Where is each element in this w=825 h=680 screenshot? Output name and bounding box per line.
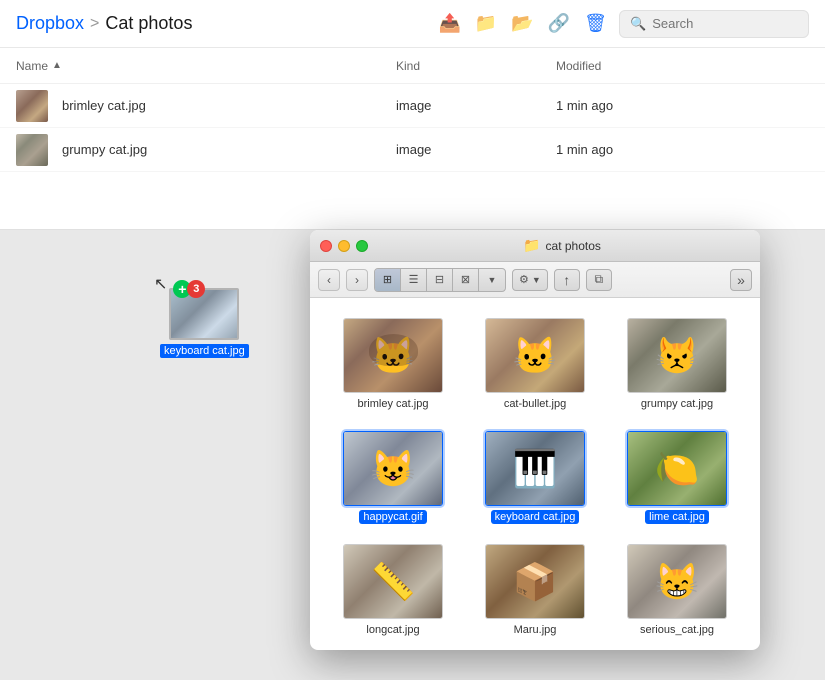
forward-button[interactable]: › xyxy=(346,269,368,291)
list-item[interactable]: 🐱 cat-bullet.jpg xyxy=(468,314,602,415)
file-thumbnail xyxy=(16,134,48,166)
list-item[interactable]: 📏 longcat.jpg xyxy=(326,540,460,641)
file-thumbnail: 🍋 xyxy=(627,431,727,506)
col-kind-label: Kind xyxy=(396,59,420,73)
search-icon: 🔍 xyxy=(630,16,646,32)
file-modified: 1 min ago xyxy=(556,98,809,113)
table-row[interactable]: brimley cat.jpg image 1 min ago xyxy=(0,84,825,128)
list-view-button[interactable]: ☰ xyxy=(401,269,427,291)
upload-icon[interactable]: 📤 xyxy=(438,13,460,34)
finder-content: 🐱 brimley cat.jpg 🐱 cat-bullet.jpg 😾 gru… xyxy=(310,298,760,650)
toolbar-icons: 📤 📁 📂 🔗 🗑 xyxy=(438,13,607,34)
gear-icon: ⚙ xyxy=(519,273,529,286)
breadcrumb: Dropbox > Cat photos xyxy=(16,13,438,34)
delete-icon[interactable]: 🗑 xyxy=(584,13,607,34)
close-button[interactable] xyxy=(320,240,332,252)
coverflow-view-button[interactable]: ⊠ xyxy=(453,269,479,291)
breadcrumb-dropbox[interactable]: Dropbox xyxy=(16,13,84,34)
dragging-item: ↖ + 3 keyboard cat.jpg xyxy=(160,288,249,358)
file-name: grumpy cat.jpg xyxy=(637,397,717,411)
file-thumbnail: 🐱 xyxy=(343,318,443,393)
view-buttons: ⊞ ☰ ⊟ ⊠ ▼ xyxy=(374,268,506,292)
file-thumbnail: 🎹 xyxy=(485,431,585,506)
action-button[interactable]: ⚙ ▼ xyxy=(512,269,548,291)
table-row[interactable]: grumpy cat.jpg image 1 min ago xyxy=(0,128,825,172)
col-name-label: Name xyxy=(16,59,48,73)
finder-window: 📁 cat photos ‹ › ⊞ ☰ ⊟ ⊠ ▼ ⚙ ▼ ↑ ⧉ » xyxy=(310,230,760,650)
folder-icon: 📁 xyxy=(523,237,540,254)
file-thumbnail: 😸 xyxy=(627,544,727,619)
finder-title: 📁 cat photos xyxy=(374,237,750,254)
file-thumbnail xyxy=(16,90,48,122)
finder-toolbar: ‹ › ⊞ ☰ ⊟ ⊠ ▼ ⚙ ▼ ↑ ⧉ » xyxy=(310,262,760,298)
file-thumbnail: 😺 xyxy=(343,431,443,506)
list-item[interactable]: 😺 happycat.gif xyxy=(326,427,460,528)
file-name: cat-bullet.jpg xyxy=(500,397,570,411)
file-thumbnail: 📦 xyxy=(485,544,585,619)
file-kind: image xyxy=(396,142,556,157)
window-control-button[interactable]: ⧉ xyxy=(586,269,612,291)
col-kind-header[interactable]: Kind xyxy=(396,59,556,73)
finder-title-text: cat photos xyxy=(546,239,601,253)
col-name-header[interactable]: Name ▲ xyxy=(16,59,396,73)
link-icon[interactable]: 🔗 xyxy=(548,13,570,34)
file-thumbnail: 🐱 xyxy=(485,318,585,393)
more-button[interactable]: » xyxy=(730,269,752,291)
share-button[interactable]: ↑ xyxy=(554,269,580,291)
file-name: keyboard cat.jpg xyxy=(491,510,580,524)
file-name-col: brimley cat.jpg xyxy=(16,90,396,122)
breadcrumb-separator: > xyxy=(90,15,99,33)
file-name: happycat.gif xyxy=(359,510,426,524)
file-name: brimley cat.jpg xyxy=(62,98,146,113)
search-input[interactable] xyxy=(652,16,798,31)
col-modified-label: Modified xyxy=(556,59,601,73)
minimize-button[interactable] xyxy=(338,240,350,252)
back-button[interactable]: ‹ xyxy=(318,269,340,291)
file-name: grumpy cat.jpg xyxy=(62,142,147,157)
file-modified: 1 min ago xyxy=(556,142,809,157)
file-name: brimley cat.jpg xyxy=(354,397,433,411)
search-box[interactable]: 🔍 xyxy=(619,10,809,38)
icon-view-button[interactable]: ⊞ xyxy=(375,269,401,291)
dropbox-header: Dropbox > Cat photos 📤 📁 📂 🔗 🗑 🔍 xyxy=(0,0,825,48)
sort-arrow: ▲ xyxy=(52,60,62,71)
action-dropdown-arrow: ▼ xyxy=(532,275,541,285)
breadcrumb-current: Cat photos xyxy=(105,13,192,34)
list-item[interactable]: 🎹 keyboard cat.jpg xyxy=(468,427,602,528)
drag-cursor: ↖ xyxy=(154,274,167,294)
file-name: serious_cat.jpg xyxy=(636,623,718,637)
finder-titlebar: 📁 cat photos xyxy=(310,230,760,262)
drag-badge-container: + 3 xyxy=(169,288,239,340)
list-item[interactable]: 🐱 brimley cat.jpg xyxy=(326,314,460,415)
file-name: lime cat.jpg xyxy=(645,510,709,524)
file-name: Maru.jpg xyxy=(510,623,561,637)
arrange-dropdown[interactable]: ▼ xyxy=(479,269,505,291)
list-item[interactable]: 😾 grumpy cat.jpg xyxy=(610,314,744,415)
folder-open-icon[interactable]: 📂 xyxy=(511,13,533,34)
list-item[interactable]: 😸 serious_cat.jpg xyxy=(610,540,744,641)
file-thumbnail: 😾 xyxy=(627,318,727,393)
file-thumbnail: 📏 xyxy=(343,544,443,619)
file-name-col: grumpy cat.jpg xyxy=(16,134,396,166)
col-modified-header[interactable]: Modified xyxy=(556,59,809,73)
dragging-label: keyboard cat.jpg xyxy=(160,344,249,358)
file-name: longcat.jpg xyxy=(362,623,423,637)
column-view-button[interactable]: ⊟ xyxy=(427,269,453,291)
file-list-header: Name ▲ Kind Modified xyxy=(0,48,825,84)
file-kind: image xyxy=(396,98,556,113)
desktop-area: ↖ + 3 keyboard cat.jpg 📁 cat photos ‹ › … xyxy=(0,230,825,680)
maximize-button[interactable] xyxy=(356,240,368,252)
list-item[interactable]: 🍋 lime cat.jpg xyxy=(610,427,744,528)
list-item[interactable]: 📦 Maru.jpg xyxy=(468,540,602,641)
folder-add-icon[interactable]: 📁 xyxy=(475,13,497,34)
dropbox-panel: Dropbox > Cat photos 📤 📁 📂 🔗 🗑 🔍 Name ▲ … xyxy=(0,0,825,230)
